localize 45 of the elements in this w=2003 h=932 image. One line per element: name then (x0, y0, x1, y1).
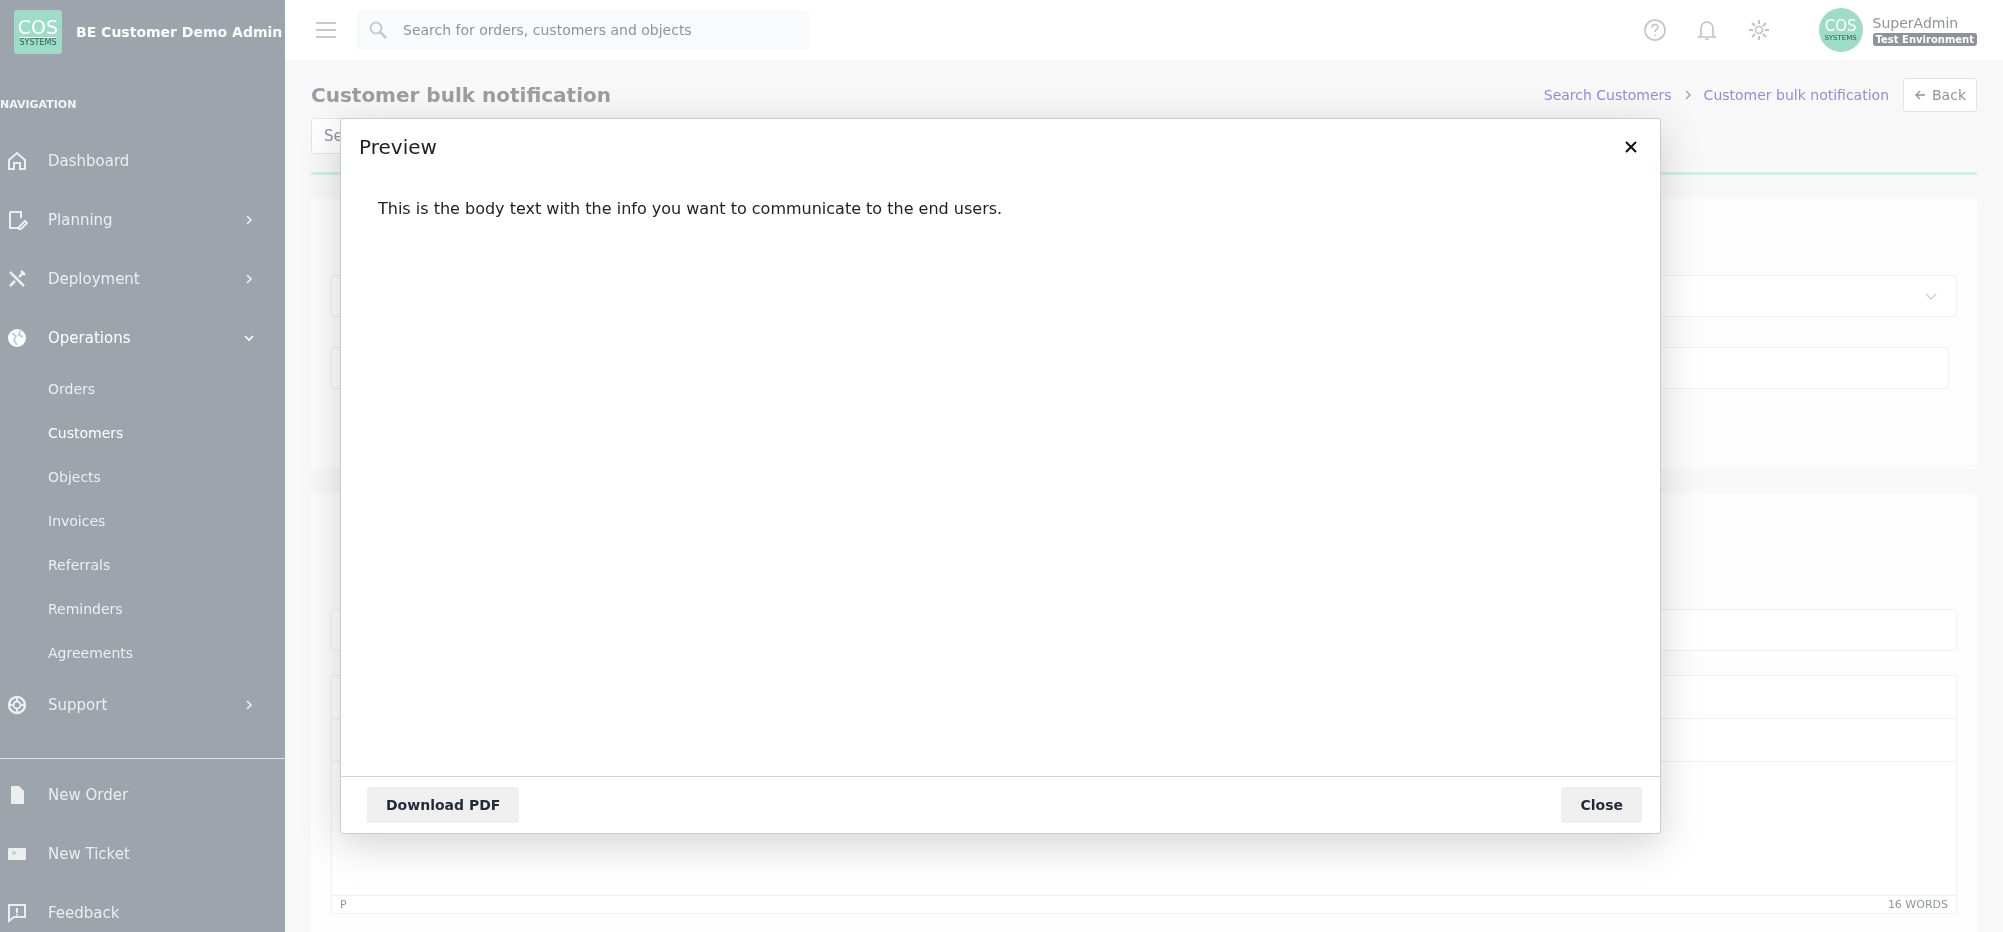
page-title: Customer bulk notification (311, 83, 611, 107)
sidebar-subitem[interactable]: Orders (0, 367, 285, 411)
search-field[interactable]: Search for orders, customers and objects (357, 10, 809, 50)
logo: COS SYSTEMS (14, 10, 62, 54)
section-label: NAVIGATION (0, 98, 78, 111)
nav-icon (6, 326, 28, 349)
chevron-icon (243, 213, 255, 226)
sidebar-item[interactable]: Planning (0, 190, 285, 249)
sidebar-action[interactable]: Feedback (0, 883, 285, 932)
nav-icon (6, 208, 28, 231)
dialog-title: Preview (359, 135, 437, 159)
word-count: 16 WORDS (1887, 898, 1948, 911)
sidebar-item[interactable]: Support (0, 675, 285, 734)
download-pdf-button[interactable]: Download PDF (367, 787, 520, 823)
editor-path: P (340, 898, 347, 911)
breadcrumb-link[interactable]: Search Customers (1543, 87, 1672, 103)
nav-icon (6, 149, 28, 172)
sidebar-subitem[interactable]: Objects (0, 455, 285, 499)
back-button[interactable]: Back (1903, 78, 1977, 112)
sidebar-action[interactable]: New Ticket (0, 824, 285, 883)
sidebar-subitem[interactable]: Customers (0, 411, 285, 455)
chevron-icon (243, 272, 255, 285)
sidebar-subitem[interactable]: Invoices (0, 499, 285, 543)
sidebar-item[interactable]: Dashboard (0, 131, 285, 190)
dialog-body-text: This is the body text with the info you want to communicate to the end users. (378, 199, 1004, 218)
help-icon[interactable] (1642, 18, 1667, 42)
chevron-icon (243, 698, 255, 711)
sidebar-item[interactable]: Operations (0, 308, 285, 367)
app-title: BE Customer Demo Admin (76, 24, 283, 40)
user-name: SuperAdmin (1872, 14, 1960, 31)
breadcrumb-link[interactable]: Customer bulk notification (1703, 87, 1889, 103)
environment-badge: Test Environment (1872, 32, 1977, 46)
chevron-icon (1683, 90, 1692, 100)
close-button[interactable]: Close (1561, 787, 1642, 823)
sidebar-subitem[interactable]: Reminders (0, 587, 285, 631)
search-icon (369, 21, 387, 39)
nav-icon (6, 693, 28, 716)
sidebar-item[interactable]: Deployment (0, 249, 285, 308)
bell-icon[interactable] (1694, 18, 1719, 42)
sidebar-action[interactable]: New Order (0, 765, 285, 824)
arrow-left-icon (1914, 89, 1926, 101)
sidebar-subitem[interactable]: Referrals (0, 543, 285, 587)
sidebar-subitem[interactable]: Agreements (0, 631, 285, 675)
menu-icon[interactable] (315, 21, 337, 39)
action-icon (6, 901, 28, 924)
